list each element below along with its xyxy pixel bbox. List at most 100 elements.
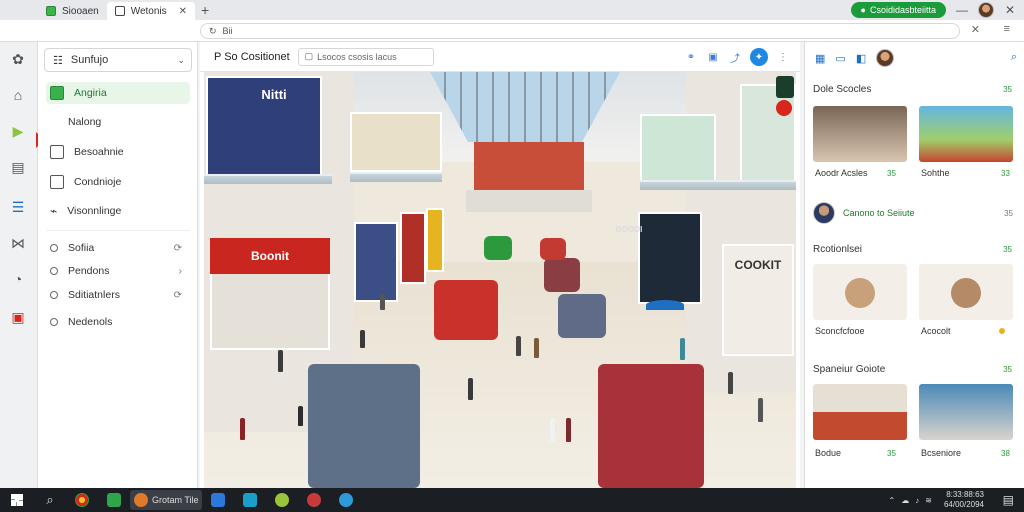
shopper (360, 330, 365, 348)
layers-icon[interactable]: ▣ (9, 308, 27, 326)
minimize-button[interactable]: — (956, 3, 968, 17)
address-clear-icon[interactable]: ✕ (971, 23, 980, 36)
sidebar-item-angiria[interactable]: Angiria (46, 82, 190, 104)
share-icon[interactable]: ⋈ (9, 234, 27, 252)
share-icon[interactable]: ⤴ (728, 50, 742, 65)
copy-icon[interactable]: ▣ (706, 50, 720, 64)
sidebar-item-label: Visonnlinge (67, 205, 122, 217)
address-input[interactable]: ↻ Bii (200, 23, 960, 39)
home-icon[interactable]: ⌂ (9, 86, 27, 104)
grid-icon[interactable]: ▤ (9, 158, 27, 176)
sync-icon[interactable]: ⟳ (174, 290, 182, 301)
chevron-right-icon[interactable]: › (179, 266, 182, 277)
illustration (845, 278, 875, 308)
taskbar-app[interactable] (66, 488, 98, 512)
close-window-button[interactable]: ✕ (1004, 3, 1016, 17)
puzzle-icon[interactable]: ✿ (9, 50, 27, 68)
new-tab-button[interactable]: + (201, 2, 209, 18)
cloud-icon[interactable]: ☁ (901, 496, 909, 505)
list-icon[interactable]: ☰ (9, 198, 27, 216)
main-content: P So Cositionet ▢ Lsocos csosis lacus ⚭ … (200, 42, 800, 488)
bullet-icon (50, 318, 58, 326)
address-bar: ↻ Bii ✕ ≡ (0, 20, 1024, 42)
chevron-up-icon[interactable]: ⌃ (889, 496, 896, 505)
avatar[interactable] (876, 49, 895, 67)
chat-icon[interactable]: ▭ (835, 52, 845, 65)
avatar[interactable] (978, 2, 994, 18)
link-icon[interactable]: ⚭ (684, 50, 698, 64)
video-icon[interactable]: ◧ (856, 52, 866, 65)
gauge-icon[interactable]: ◔ (9, 270, 27, 288)
search-icon[interactable]: ⌕ (1011, 51, 1017, 64)
shopper (728, 372, 733, 394)
sidebar-subitem-sofiia[interactable]: Sofiia ⟳ (46, 237, 190, 259)
app-icon (339, 493, 353, 507)
tab-wetonis[interactable]: Wetonis ✕ (106, 2, 196, 20)
play-icon[interactable]: ▶ (9, 122, 27, 140)
card-badge: 33 (1001, 169, 1010, 178)
store-mid (426, 208, 444, 272)
red-badge-icon (776, 100, 792, 116)
thumbnail-card[interactable] (919, 384, 1013, 440)
app-icon (275, 493, 289, 507)
user-count: 35 (1004, 208, 1013, 218)
app-icon (134, 493, 148, 507)
account-button[interactable]: ● Csoididasbteiitta (850, 2, 946, 18)
balcony (204, 174, 332, 184)
windows-icon (11, 494, 23, 506)
balcony (640, 180, 796, 190)
page-title: P So Cositionet (214, 50, 290, 63)
notification-icon[interactable]: ▤ (1003, 493, 1014, 507)
taskbar-active-app[interactable]: Grotam Tile (130, 490, 202, 510)
grid-icon[interactable]: ▦ (815, 52, 825, 65)
address-text: Bii (222, 26, 233, 36)
shopper (468, 378, 473, 400)
assistant-button[interactable]: ✦ (750, 48, 768, 66)
thumbnail-card[interactable] (919, 106, 1013, 162)
taskbar-app[interactable] (266, 488, 298, 512)
sidebar-subitem-label: Pendons (68, 265, 110, 277)
sidebar-item-visonnlinge[interactable]: ⌁ Visonnlinge (46, 200, 190, 222)
taskbar-app[interactable] (202, 488, 234, 512)
sidebar-item-nalong[interactable]: Nalong (46, 111, 190, 133)
sidebar-subitem-nedenols[interactable]: Nedenols (46, 311, 190, 333)
system-clock[interactable]: 8:33:88:63 64/00/2094 (944, 490, 984, 510)
taskbar-search-button[interactable]: ⌕ (34, 488, 66, 512)
far-balcony (466, 190, 592, 212)
main-search-input[interactable]: ▢ Lsocos csosis lacus (297, 47, 434, 66)
sidebar-subitem-pendons[interactable]: Pendons › (46, 260, 190, 282)
puzzle-icon (50, 86, 64, 100)
user-row[interactable]: Canono to Seiiute 35 (813, 200, 1017, 226)
sidebar-item-besoahnie[interactable]: Besoahnie (46, 141, 190, 163)
main-toolbar: P So Cositionet ▢ Lsocos csosis lacus ⚭ … (200, 42, 800, 72)
hanging-sign (776, 76, 794, 98)
refresh-icon[interactable]: ↻ (209, 26, 217, 37)
section-heading: Rcotionlsei (813, 244, 862, 255)
speaker-icon[interactable]: ♪ (915, 496, 919, 505)
tab-close-icon[interactable]: ✕ (179, 6, 187, 17)
side-panel: ☷ Sunfujo ⌄ Angiria Nalong Besoahnie Con… (38, 42, 198, 488)
section-badge: 35 (1003, 245, 1012, 254)
taskbar-app[interactable] (298, 488, 330, 512)
wifi-icon[interactable]: ≋ (925, 496, 932, 505)
taskbar-app[interactable] (330, 488, 362, 512)
avatar (813, 202, 835, 224)
taskbar-app[interactable] (234, 488, 266, 512)
card-caption: Bodue (815, 448, 842, 458)
workspace-dropdown[interactable]: ☷ Sunfujo ⌄ (44, 48, 192, 72)
window-icon (50, 145, 64, 159)
sidebar-subitem-sditiatnlers[interactable]: Sditiatnlers ⟳ (46, 284, 190, 306)
sync-icon[interactable]: ⟳ (174, 243, 182, 254)
thumbnail-card[interactable] (813, 384, 907, 440)
start-button[interactable] (0, 488, 34, 512)
store-sign: Boonit (210, 238, 330, 274)
sidebar-item-condnioje[interactable]: Condnioje (46, 171, 190, 193)
chrome-icon (75, 493, 89, 507)
menu-icon[interactable]: ≡ (1004, 23, 1010, 35)
tab-siooaen[interactable]: Siooaen (38, 2, 107, 20)
card-caption: Aoodr Acsles (815, 168, 868, 178)
account-button-label: Csoididasbteiitta (869, 5, 936, 15)
thumbnail-card[interactable] (813, 106, 907, 162)
more-icon[interactable]: ⋮ (776, 50, 790, 64)
taskbar-app[interactable] (98, 488, 130, 512)
